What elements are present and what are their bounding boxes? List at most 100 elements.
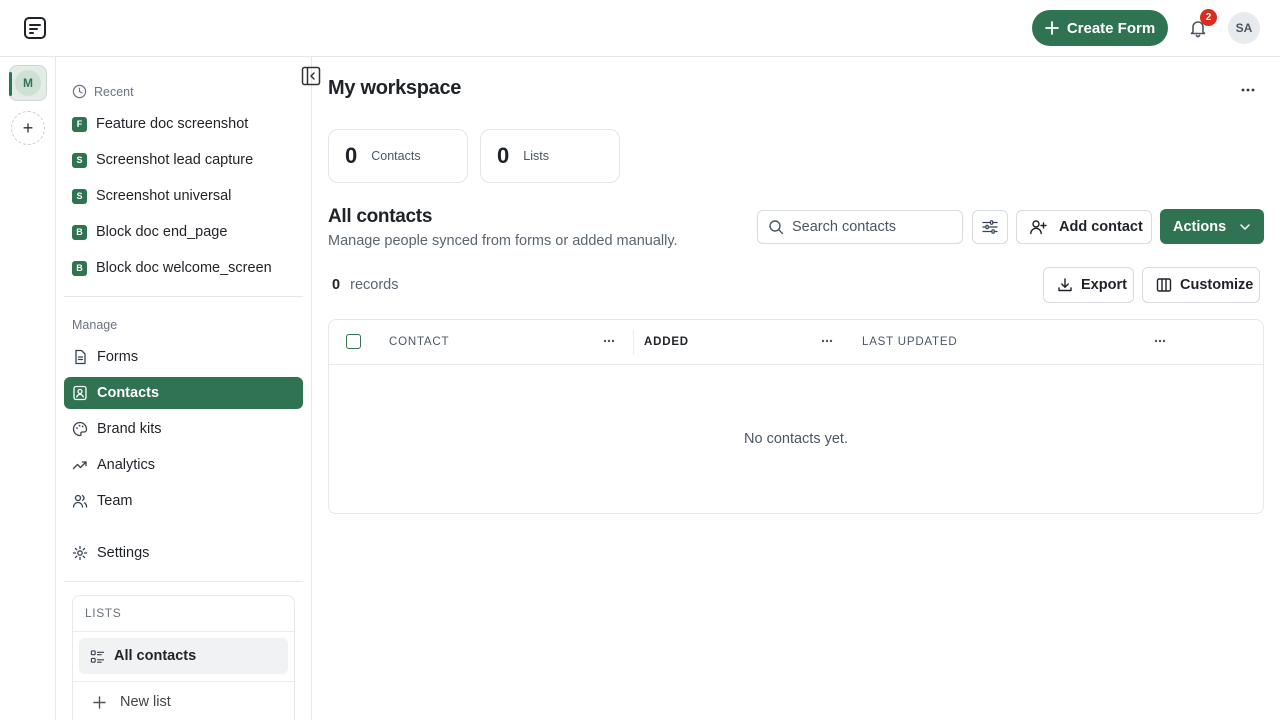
add-contact-label: Add contact <box>1059 219 1143 235</box>
sidebar-item-label: Settings <box>97 545 150 561</box>
form-badge-icon: S <box>72 152 87 168</box>
trend-icon <box>72 457 88 473</box>
recent-item[interactable]: B Block doc end_page <box>72 218 302 246</box>
column-menu-icon[interactable] <box>819 333 835 349</box>
records-number: 0 <box>332 277 341 293</box>
clock-icon <box>72 84 87 99</box>
plus-icon: + <box>22 117 34 138</box>
recent-item[interactable]: S Screenshot universal <box>72 182 302 210</box>
workspace-switcher-m[interactable]: M <box>9 65 47 101</box>
form-badge-icon: B <box>72 224 87 240</box>
recent-item[interactable]: B Block doc welcome_screen <box>72 254 302 282</box>
people-icon <box>72 493 88 509</box>
column-header-added[interactable]: ADDED <box>644 336 689 348</box>
export-label: Export <box>1081 277 1127 293</box>
columns-icon <box>1156 277 1172 293</box>
stat-value: 0 <box>345 143 358 168</box>
search-input[interactable] <box>792 219 952 235</box>
column-menu-icon[interactable] <box>1152 333 1168 349</box>
list-item-all-contacts[interactable]: All contacts <box>79 638 288 674</box>
divider <box>73 631 294 632</box>
stat-label: Contacts <box>371 149 421 163</box>
new-list-label: New list <box>120 694 171 710</box>
manage-section-label: Manage <box>72 318 118 332</box>
page-title: My workspace <box>328 77 462 99</box>
stat-card-lists: 0 Lists <box>480 129 620 183</box>
records-label: records <box>350 277 399 293</box>
add-user-icon <box>1029 218 1047 236</box>
actions-label: Actions <box>1173 218 1227 235</box>
lists-title: LISTS <box>85 606 122 620</box>
add-workspace-button[interactable]: + <box>11 111 45 145</box>
sidebar-item-label: Forms <box>97 349 139 365</box>
recent-item-label: Screenshot lead capture <box>96 152 254 168</box>
sidebar-divider <box>64 296 303 297</box>
recent-item-label: Screenshot universal <box>96 188 232 204</box>
list-icon <box>90 649 105 664</box>
stat-label: Lists <box>523 149 549 163</box>
lists-panel: LISTS All contacts New list <box>72 595 295 720</box>
notification-badge: 2 <box>1200 9 1217 26</box>
workspace-initial: M <box>15 70 41 96</box>
column-header-contact[interactable]: CONTACT <box>389 336 449 348</box>
recent-item-label: Block doc welcome_screen <box>96 260 272 276</box>
more-options-icon[interactable] <box>1238 80 1258 100</box>
table-header: CONTACT ADDED LAST UPDATED <box>329 320 1263 365</box>
collapse-sidebar-icon[interactable] <box>301 66 321 86</box>
sidebar-item-label: Team <box>97 493 133 509</box>
stat-card-contacts: 0 Contacts <box>328 129 468 183</box>
export-button[interactable]: Export <box>1043 267 1134 303</box>
customize-button[interactable]: Customize <box>1142 267 1260 303</box>
sidebar-item-label: Contacts <box>97 385 160 401</box>
app-logo-icon[interactable] <box>22 15 48 41</box>
sidebar-divider <box>64 581 303 582</box>
divider <box>73 681 294 682</box>
sidebar-item-label: Brand kits <box>97 421 162 437</box>
plus-icon <box>1044 21 1059 35</box>
recent-item-label: Feature doc screenshot <box>96 116 249 132</box>
sidebar-item-contacts[interactable]: Contacts <box>64 377 303 409</box>
gear-icon <box>72 545 88 561</box>
contacts-table: CONTACT ADDED LAST UPDATED No contacts y… <box>328 319 1264 514</box>
section-subtitle: Manage people synced from forms or added… <box>328 233 678 249</box>
column-divider <box>633 330 634 355</box>
form-badge-icon: B <box>72 260 87 276</box>
recent-item[interactable]: F Feature doc screenshot <box>72 110 302 138</box>
download-icon <box>1057 277 1073 293</box>
sliders-icon <box>981 218 999 236</box>
stat-value: 0 <box>497 143 510 168</box>
new-list-button[interactable]: New list <box>93 694 171 710</box>
actions-dropdown-button[interactable]: Actions <box>1160 209 1264 244</box>
chevron-down-icon <box>1238 220 1252 234</box>
workspace-rail: M + <box>0 57 56 720</box>
customize-label: Customize <box>1180 277 1254 293</box>
recent-section-label: Recent <box>72 84 134 99</box>
create-form-button[interactable]: Create Form <box>1032 10 1168 46</box>
sidebar-item-forms[interactable]: Forms <box>64 341 303 373</box>
sidebar-item-brand-kits[interactable]: Brand kits <box>64 413 303 445</box>
add-contact-button[interactable]: Add contact <box>1016 210 1152 244</box>
sidebar-item-label: Analytics <box>97 457 156 473</box>
contact-card-icon <box>72 385 88 401</box>
active-indicator <box>9 72 12 96</box>
palette-icon <box>72 421 88 437</box>
empty-state-message: No contacts yet. <box>744 431 848 447</box>
sidebar-item-team[interactable]: Team <box>64 485 303 517</box>
user-avatar[interactable]: SA <box>1228 12 1260 44</box>
sidebar-item-analytics[interactable]: Analytics <box>64 449 303 481</box>
create-form-label: Create Form <box>1066 19 1156 37</box>
column-menu-icon[interactable] <box>601 333 617 349</box>
recent-item[interactable]: S Screenshot lead capture <box>72 146 302 174</box>
sidebar-item-settings[interactable]: Settings <box>64 537 303 569</box>
column-header-last-updated[interactable]: LAST UPDATED <box>862 336 957 348</box>
top-bar: Create Form 2 SA <box>0 0 1280 57</box>
filter-button[interactable] <box>972 210 1008 244</box>
form-badge-icon: S <box>72 188 87 204</box>
document-icon <box>72 349 88 365</box>
select-all-checkbox[interactable] <box>346 334 361 349</box>
records-count: 0 records <box>332 277 398 293</box>
section-title: All contacts <box>328 206 433 227</box>
search-box[interactable] <box>757 210 963 244</box>
search-icon <box>768 219 784 235</box>
recent-item-label: Block doc end_page <box>96 224 228 240</box>
